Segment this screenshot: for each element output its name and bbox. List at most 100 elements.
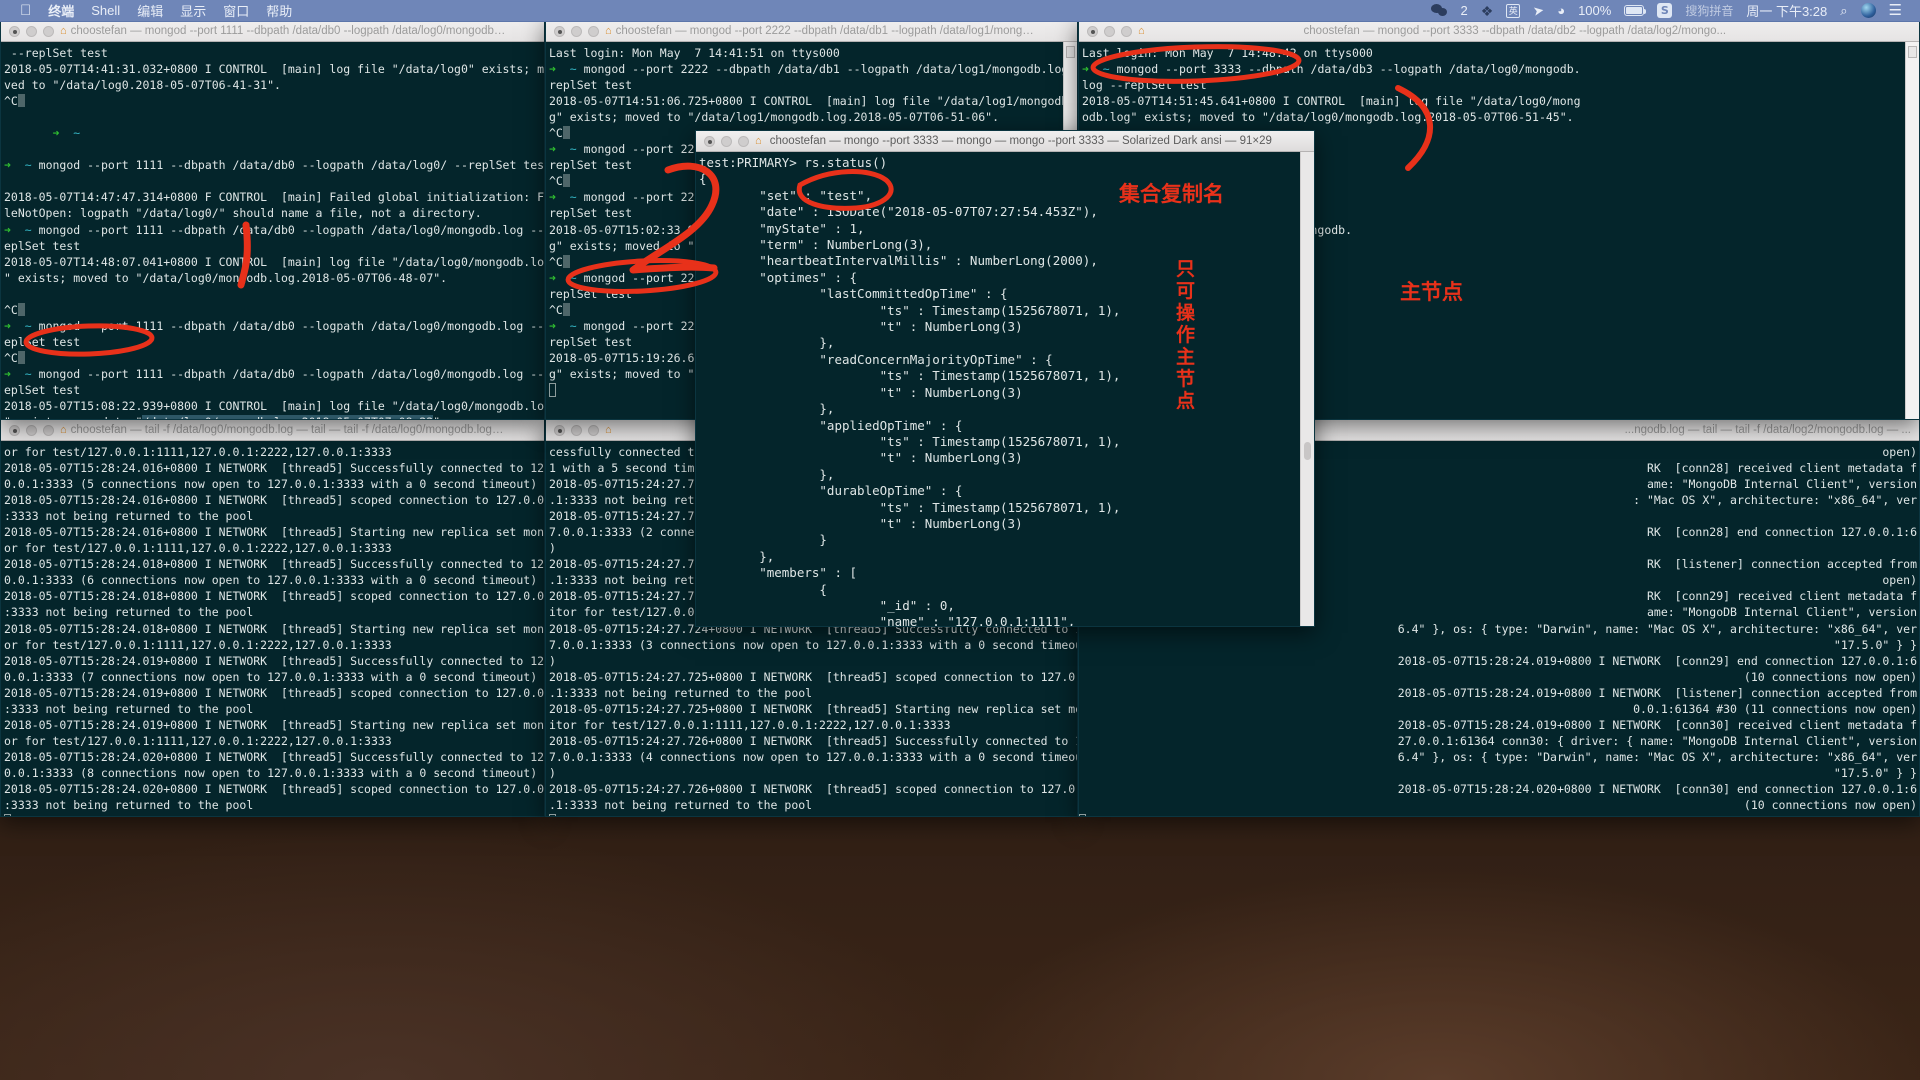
zoom-button[interactable] — [738, 135, 749, 147]
terminal-line: 0.0.1:61364 #30 (11 connections now open… — [1633, 701, 1917, 716]
terminal-line: 2018-05-07T15:28:24.018+0800 I NETWORK [… — [4, 589, 544, 604]
window-controls[interactable] — [1087, 25, 1132, 37]
minimize-button[interactable] — [571, 25, 582, 37]
menu-item-window[interactable]: 窗口 — [223, 1, 249, 20]
minimize-button[interactable] — [26, 424, 37, 436]
wifi-icon[interactable]: ◕ — [1557, 4, 1565, 17]
terminal-line: 2018-05-07T15:28:24.018+0800 I NETWORK [… — [4, 557, 544, 572]
terminal-line: 2018-05-07T15:28:24.019+0800 I NETWORK [… — [4, 685, 544, 700]
search-icon[interactable]: ⌕ — [1840, 4, 1847, 17]
minimize-button[interactable] — [1104, 25, 1115, 37]
terminal-line: "ts" : Timestamp(1525678071, 1), — [699, 499, 1121, 515]
terminal-line: eplSet test — [4, 334, 81, 349]
scrollbar-thumb[interactable] — [1304, 442, 1311, 460]
apple-logo-icon[interactable]:  — [20, 3, 31, 18]
terminal-line: 2018-05-07T15:28:24.016+0800 I NETWORK [… — [4, 461, 544, 476]
window-controls[interactable] — [9, 25, 54, 37]
terminal-line: (10 connections now open) — [1743, 798, 1917, 813]
vertical-scrollbar[interactable] — [1905, 42, 1919, 419]
scrollbar-thumb[interactable] — [1066, 46, 1075, 58]
terminal-line: 2018-05-07T15:28:24.020+0800 I NETWORK [… — [4, 781, 544, 796]
title-bar[interactable]: ⌂ choostefan — mongod --port 2222 --dbpa… — [546, 21, 1077, 42]
scrollbar-thumb[interactable] — [1908, 46, 1917, 58]
terminal-line: "term" : NumberLong(3), — [699, 237, 933, 253]
terminal-line: "durableOpTime" : { — [699, 483, 963, 499]
sogou-logo-icon[interactable]: S — [1657, 3, 1673, 18]
title-bar[interactable]: ⌂ choostefan — tail -f /data/log0/mongod… — [1, 420, 544, 441]
title-bar[interactable]: ⌂ choostefan — mongod --port 3333 --dbpa… — [1079, 21, 1919, 42]
location-icon[interactable]: ➤ — [1532, 2, 1545, 19]
terminal-window-mongod-1111[interactable]: ⌂ choostefan — mongod --port 1111 --dbpa… — [0, 20, 545, 420]
zoom-button[interactable] — [43, 424, 54, 436]
terminal-line: ➜ ~ mongod --port 1111 --dbpath /data/db… — [4, 366, 544, 381]
terminal-output[interactable]: or for test/127.0.0.1:1111,127.0.0.1:222… — [1, 441, 544, 816]
terminal-line: eplSet test — [4, 382, 81, 397]
window-controls[interactable] — [9, 424, 54, 436]
menu-item-shell[interactable]: Shell — [91, 3, 120, 18]
wechat-icon[interactable] — [1430, 4, 1448, 17]
terminal-line: ^C — [4, 93, 542, 109]
zoom-button[interactable] — [588, 424, 599, 436]
close-button[interactable] — [9, 424, 20, 436]
notification-center-icon[interactable]: ☰ — [1889, 3, 1902, 18]
window-controls[interactable] — [704, 135, 749, 147]
terminal-line: "ts" : Timestamp(1525678071, 1), — [699, 433, 1121, 449]
terminal-line: 6.4" }, os: { type: "Darwin", name: "Mac… — [1397, 749, 1917, 764]
terminal-line: "17.5.0" } } — [1826, 637, 1917, 652]
minimize-button[interactable] — [26, 25, 37, 37]
terminal-line: :3333 not being returned to the pool — [4, 509, 254, 524]
input-method-icon[interactable]: 英 — [1506, 3, 1521, 18]
minimize-button[interactable] — [571, 424, 582, 436]
window-controls[interactable] — [554, 424, 599, 436]
terminal-line: "ts" : Timestamp(1525678071, 1), — [699, 368, 1121, 384]
zoom-button[interactable] — [1121, 25, 1132, 37]
close-button[interactable] — [554, 424, 565, 436]
close-button[interactable] — [704, 135, 715, 147]
terminal-line: }, — [699, 548, 775, 564]
home-icon: ⌂ — [755, 135, 762, 147]
title-bar[interactable]: ⌂ choostefan — mongo --port 3333 — mongo… — [696, 131, 1314, 152]
terminal-output[interactable]: --replSet test 2018-05-07T14:41:31.032+08… — [1, 42, 544, 419]
close-button[interactable] — [1087, 25, 1098, 37]
window-controls[interactable] — [554, 25, 599, 37]
terminal-line: or for test/127.0.0.1:1111,127.0.0.1:222… — [4, 637, 392, 652]
terminal-line: 27.0.0.1:61364 conn30: { driver: { name:… — [1397, 733, 1917, 748]
zoom-button[interactable] — [588, 25, 599, 37]
terminal-line: "17.5.0" } } — [1826, 765, 1917, 780]
terminal-line: ) — [549, 765, 556, 780]
menu-item-edit[interactable]: 编辑 — [137, 1, 163, 20]
terminal-line: Last login: Mon May 7 14:41:51 on ttys00… — [549, 46, 840, 60]
menu-item-view[interactable]: 显示 — [180, 1, 206, 20]
terminal-line: 0.0.1:3333 (5 connections now open to 12… — [4, 477, 538, 492]
zoom-button[interactable] — [43, 25, 54, 37]
vertical-scrollbar[interactable] — [1300, 152, 1314, 626]
clock[interactable]: 周一 下午3:28 — [1746, 1, 1827, 20]
terminal-line: 2018-05-07T14:51:06.725+0800 I CONTROL [… — [549, 94, 1077, 109]
title-bar[interactable]: ⌂ choostefan — mongod --port 1111 --dbpa… — [1, 21, 544, 42]
siri-icon[interactable] — [1860, 3, 1876, 18]
terminal-line: 2018-05-07T14:47:47.314+0800 F CONTROL [… — [4, 190, 544, 205]
menu-item-help[interactable]: 帮助 — [266, 1, 292, 20]
terminal-line: "lastCommittedOpTime" : { — [699, 286, 1008, 302]
battery-icon[interactable] — [1624, 5, 1647, 16]
minimize-button[interactable] — [721, 135, 732, 147]
close-button[interactable] — [9, 25, 20, 37]
window-title: choostefan — tail -f /data/log0/mongodb.… — [70, 424, 536, 436]
terminal-line: "members" : [ — [699, 565, 858, 581]
terminal-line: " exists; moved to "/data/log0/mongodb.l… — [4, 414, 542, 419]
terminal-output[interactable]: test:PRIMARY> rs.status(){ "set" : "test… — [696, 152, 1314, 626]
dropbox-icon[interactable]: ❖ — [1481, 4, 1494, 18]
terminal-line: 0.0.1:3333 (7 connections now open to 12… — [4, 669, 538, 684]
terminal-line: .1:3333 not being returned to the pool — [549, 798, 813, 813]
menu-item-terminal[interactable]: 终端 — [48, 1, 74, 20]
terminal-line: { — [699, 581, 827, 597]
terminal-line: "heartbeatIntervalMillis" : NumberLong(2… — [699, 253, 1098, 269]
terminal-window-tail-log0[interactable]: ⌂ choostefan — tail -f /data/log0/mongod… — [0, 419, 545, 817]
close-button[interactable] — [554, 25, 565, 37]
terminal-line: log --replSet test — [1082, 78, 1207, 93]
terminal-line: "myState" : 1, — [699, 220, 865, 236]
terminal-line: "name" : "127.0.0.1:1111", — [699, 614, 1076, 626]
terminal-line: ➜ ~ mongod --port 1111 --dbpath /data/db… — [4, 318, 544, 333]
home-icon: ⌂ — [1138, 25, 1145, 37]
